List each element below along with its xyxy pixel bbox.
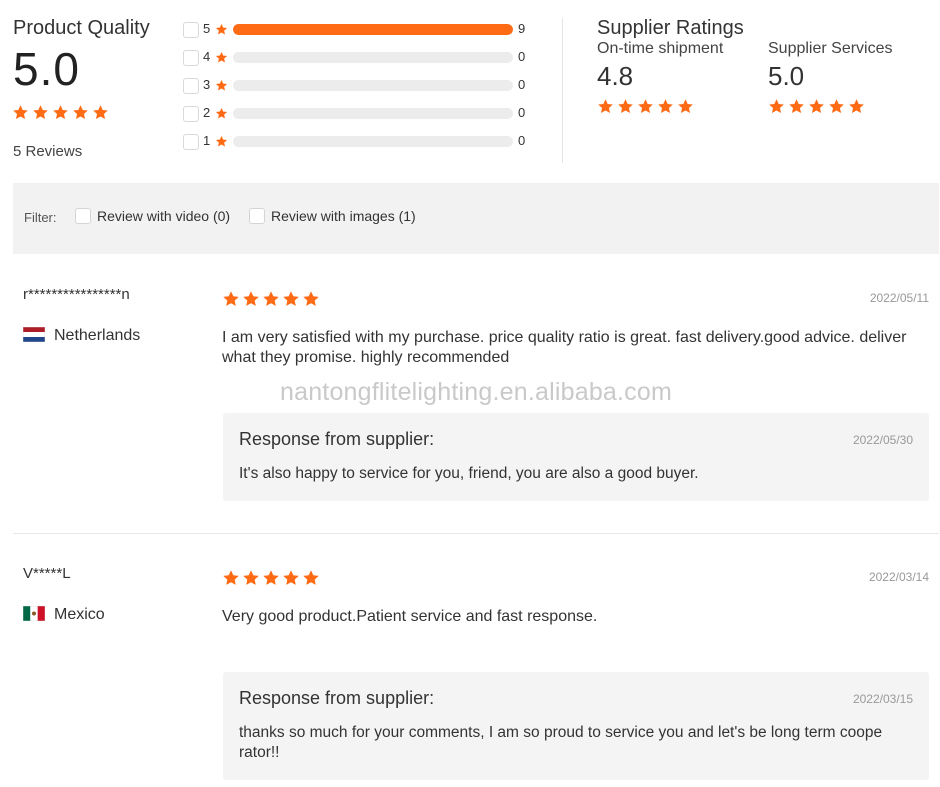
filter-bar: Filter: Review with video (0) Review wit… [13, 183, 939, 254]
review-stars [222, 290, 322, 308]
star-icon [658, 99, 673, 114]
watermark: nantongflitelighting.en.alibaba.com [280, 378, 672, 406]
star-icon [263, 570, 279, 585]
star-icon [243, 291, 259, 306]
reviewer-name: V*****L [23, 565, 71, 582]
star-icon [215, 23, 228, 41]
review-divider [13, 533, 939, 534]
rating-count: 0 [518, 133, 526, 148]
mexico-flag-icon [22, 605, 46, 622]
summary-divider [562, 18, 563, 163]
star-icon [638, 99, 653, 114]
response-text: thanks so much for your comments, I am s… [239, 724, 883, 761]
star-icon [215, 51, 228, 69]
rating-bar [233, 24, 513, 35]
rating-row-1: 1 0 [183, 133, 543, 153]
star-icon [618, 99, 633, 114]
rating-filter-checkbox[interactable] [183, 106, 199, 122]
reviewer-country: Netherlands [22, 326, 141, 347]
product-quality-stars [12, 104, 112, 122]
filter-images-option[interactable]: Review with images (1) [249, 208, 416, 226]
supplier-response: Response from supplier: 2022/03/15 thank… [223, 672, 929, 780]
supplier-ratings-title: Supplier Ratings [597, 17, 744, 39]
response-text: It's also happy to service for you, frie… [239, 465, 699, 482]
response-date: 2022/05/30 [852, 433, 913, 447]
filter-images-label: Review with images (1) [271, 208, 416, 224]
rating-filter-checkbox[interactable] [183, 50, 199, 66]
rating-bar [233, 80, 513, 91]
rating-bar [233, 52, 513, 63]
rating-row-4: 4 0 [183, 49, 543, 69]
reviewer-name: r****************n [23, 286, 130, 303]
rating-count: 0 [518, 49, 526, 64]
star-icon [93, 105, 108, 120]
rating-row-5: 5 9 [183, 21, 543, 41]
supplier-response: Response from supplier: 2022/05/30 It's … [223, 413, 929, 501]
star-icon [215, 107, 228, 125]
review-stars [222, 569, 322, 587]
rating-row-3: 3 0 [183, 77, 543, 97]
rating-count: 9 [518, 21, 526, 36]
reviewer-country: Mexico [22, 605, 105, 626]
star-icon [849, 99, 864, 114]
star-icon [769, 99, 784, 114]
review-text: Very good product.Patient service and fa… [222, 608, 598, 625]
star-icon [33, 105, 48, 120]
star-icon [53, 105, 68, 120]
response-title: Response from supplier: [239, 429, 435, 449]
rating-level: 5 [203, 21, 211, 36]
star-icon [829, 99, 844, 114]
reviews-count: 5 Reviews [13, 143, 83, 160]
shipment-label: On-time shipment [597, 40, 724, 57]
star-icon [303, 291, 319, 306]
star-icon [243, 570, 259, 585]
review-date: 2022/05/11 [869, 291, 929, 305]
star-icon [789, 99, 804, 114]
filter-images-checkbox[interactable] [249, 208, 265, 224]
filter-video-label: Review with video (0) [97, 208, 231, 224]
product-quality-score: 5.0 [13, 43, 80, 95]
star-icon [263, 291, 279, 306]
star-icon [223, 291, 239, 306]
filter-label: Filter: [24, 210, 57, 225]
rating-count: 0 [518, 77, 526, 92]
rating-bar [233, 108, 513, 119]
rating-filter-checkbox[interactable] [183, 22, 199, 38]
product-quality-title: Product Quality [13, 17, 150, 39]
filter-video-option[interactable]: Review with video (0) [75, 208, 230, 226]
response-title: Response from supplier: [239, 688, 435, 708]
star-icon [283, 570, 299, 585]
rating-filter-checkbox[interactable] [183, 134, 199, 150]
rating-filter-checkbox[interactable] [183, 78, 199, 94]
star-icon [678, 99, 693, 114]
rating-level: 1 [203, 133, 211, 148]
star-icon [215, 135, 228, 153]
star-icon [283, 291, 299, 306]
rating-count: 0 [518, 105, 526, 120]
country-name: Mexico [54, 606, 105, 623]
star-icon [73, 105, 88, 120]
filter-video-checkbox[interactable] [75, 208, 91, 224]
star-icon [13, 105, 28, 120]
star-icon [598, 99, 613, 114]
netherlands-flag-icon [22, 326, 46, 343]
star-icon [809, 99, 824, 114]
rating-level: 4 [203, 49, 211, 64]
services-score: 5.0 [768, 61, 805, 91]
star-icon [215, 79, 228, 97]
country-name: Netherlands [54, 327, 141, 344]
shipment-score: 4.8 [597, 61, 634, 91]
review-text: I am very satisfied with my purchase. pr… [222, 329, 907, 366]
rating-bar [233, 136, 513, 147]
rating-level: 2 [203, 105, 211, 120]
star-icon [303, 570, 319, 585]
services-stars [768, 98, 868, 115]
services-label: Supplier Services [768, 40, 893, 57]
review-date: 2022/03/14 [868, 570, 929, 584]
rating-row-2: 2 0 [183, 105, 543, 125]
shipment-stars [597, 98, 697, 115]
response-date: 2022/03/15 [852, 692, 913, 706]
rating-level: 3 [203, 77, 211, 92]
star-icon [223, 570, 239, 585]
